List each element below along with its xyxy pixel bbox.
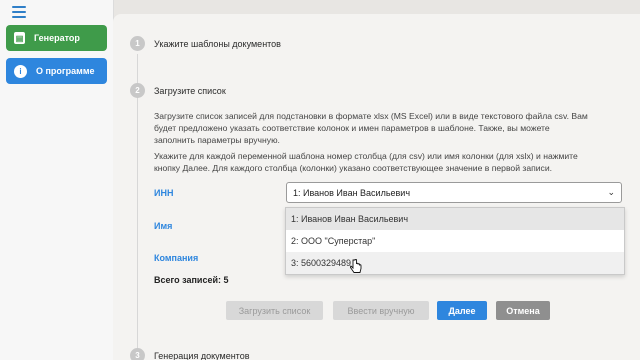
sidebar: ▤ Генератор i О программе (0, 0, 114, 360)
step-2-instructions: Укажите для каждой переменной шаблона но… (154, 150, 624, 174)
hand-cursor-icon (350, 259, 362, 273)
step-1-number: 1 (130, 36, 145, 51)
column-dropdown-list: 1: Иванов Иван Васильевич 2: ООО "Суперс… (285, 207, 625, 275)
inn-column-select[interactable]: 1: Иванов Иван Васильевич ⌄ (286, 182, 622, 203)
main-panel: 1 Укажите шаблоны документов 2 Загрузите… (113, 14, 640, 360)
enter-manually-button[interactable]: Ввести вручную (333, 301, 429, 320)
description-line: Загрузите список записей для подстановки… (154, 111, 588, 121)
instruction-line: кнопку Далее. Для каждого столбца (колон… (154, 163, 553, 173)
hamburger-icon[interactable] (12, 6, 26, 21)
field-label-name: Имя (154, 221, 173, 231)
next-button[interactable]: Далее (437, 301, 487, 320)
upload-list-button[interactable]: Загрузить список (226, 301, 323, 320)
dropdown-option[interactable]: 2: ООО "Суперстар" (286, 230, 624, 252)
instruction-line: Укажите для каждой переменной шаблона но… (154, 151, 578, 161)
total-records: Всего записей: 5 (154, 275, 229, 285)
dropdown-option[interactable]: 3: 5600329489 (286, 252, 624, 274)
document-icon: ▤ (14, 32, 25, 44)
description-line: заполнить параметры вручную. (154, 135, 280, 145)
inn-select-value: 1: Иванов Иван Васильевич (293, 187, 411, 198)
step-2-description: Загрузите список записей для подстановки… (154, 110, 624, 146)
nav-about-button[interactable]: i О программе (6, 58, 107, 84)
nav-generator-button[interactable]: ▤ Генератор (6, 25, 107, 51)
step-2-number: 2 (130, 83, 145, 98)
step-1-title[interactable]: Укажите шаблоны документов (154, 39, 281, 49)
dropdown-option[interactable]: 1: Иванов Иван Васильевич (286, 208, 624, 230)
step-3-number: 3 (130, 348, 145, 360)
description-line: будет предложено указать соответствие ко… (154, 123, 550, 133)
nav-generator-label: Генератор (34, 33, 80, 43)
nav-about-label: О программе (36, 66, 95, 76)
info-icon: i (14, 64, 27, 78)
chevron-down-icon: ⌄ (607, 187, 615, 197)
step-2-title[interactable]: Загрузите список (154, 86, 226, 96)
stepper-line (137, 54, 138, 354)
field-label-company: Компания (154, 253, 199, 263)
field-label-inn: ИНН (154, 188, 174, 198)
cancel-button[interactable]: Отмена (496, 301, 550, 320)
step-3-title[interactable]: Генерация документов (154, 351, 249, 360)
